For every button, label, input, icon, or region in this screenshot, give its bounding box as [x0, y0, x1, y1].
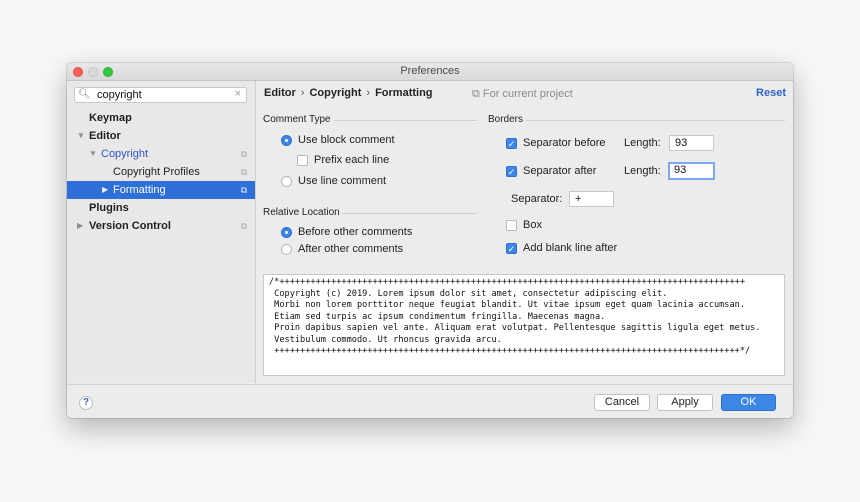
- length-before-label: Length:: [624, 137, 661, 149]
- project-scope-icon: ⧉: [240, 149, 247, 159]
- sidebar-item-label: Version Control: [89, 220, 171, 232]
- search-value: copyright: [97, 89, 142, 101]
- separator-before-checkbox[interactable]: ✓: [506, 138, 517, 149]
- cancel-button[interactable]: Cancel: [594, 394, 650, 411]
- help-button[interactable]: ?: [79, 396, 93, 410]
- box-checkbox[interactable]: [506, 220, 517, 231]
- relative-location-title: Relative Location: [263, 207, 340, 218]
- sidebar: 🔍︎ copyright × Keymap ▼ Editor ▼ Copyrig…: [67, 81, 256, 383]
- preferences-window: Preferences 🔍︎ copyright × Keymap ▼ Edit…: [67, 63, 793, 418]
- copyright-preview: /*++++++++++++++++++++++++++++++++++++++…: [263, 274, 785, 376]
- sidebar-item-plugins[interactable]: Plugins: [67, 199, 255, 217]
- use-line-comment-label[interactable]: Use line comment: [298, 175, 386, 187]
- project-scope-icon: ⧉: [472, 88, 483, 100]
- breadcrumb: Editor › Copyright › Formatting: [264, 87, 433, 99]
- apply-button[interactable]: Apply: [657, 394, 713, 411]
- length-after-label: Length:: [624, 165, 661, 177]
- separator-after-checkbox[interactable]: ✓: [506, 166, 517, 177]
- after-other-comments-label[interactable]: After other comments: [298, 243, 403, 255]
- sidebar-item-label: Keymap: [89, 112, 132, 124]
- breadcrumb-item[interactable]: Editor: [264, 87, 296, 99]
- title-bar: Preferences: [67, 63, 793, 81]
- borders-title: Borders: [488, 114, 524, 125]
- chevron-right-icon[interactable]: ▶: [77, 217, 83, 235]
- search-input[interactable]: 🔍︎ copyright ×: [74, 87, 247, 103]
- length-after-input[interactable]: 93: [668, 162, 715, 180]
- sidebar-item-copyright-profiles[interactable]: Copyright Profiles ⧉: [67, 163, 255, 181]
- divider: [526, 120, 785, 121]
- sidebar-item-label: Plugins: [89, 202, 129, 214]
- chevron-down-icon[interactable]: ▼: [77, 127, 85, 145]
- scope-indicator: ⧉ For current project: [472, 88, 573, 101]
- after-other-comments-radio[interactable]: [281, 244, 292, 255]
- prefix-each-line-checkbox[interactable]: [297, 155, 308, 166]
- separator-label: Separator:: [511, 193, 563, 205]
- before-other-comments-radio[interactable]: [281, 227, 292, 238]
- sidebar-item-formatting[interactable]: ▶ Formatting ⧉: [67, 181, 255, 199]
- project-scope-icon: ⧉: [240, 185, 247, 195]
- sidebar-item-editor[interactable]: ▼ Editor: [67, 127, 255, 145]
- chevron-down-icon[interactable]: ▼: [89, 145, 97, 163]
- separator-input[interactable]: +: [569, 191, 614, 207]
- use-block-comment-radio[interactable]: [281, 135, 292, 146]
- sidebar-item-copyright[interactable]: ▼ Copyright ⧉: [67, 145, 255, 163]
- sidebar-item-label: Copyright: [101, 148, 149, 160]
- main-panel: Editor › Copyright › Formatting ⧉ For curren…: [256, 81, 793, 383]
- project-scope-icon: ⧉: [240, 167, 247, 177]
- ok-button[interactable]: OK: [721, 394, 776, 411]
- use-line-comment-radio[interactable]: [281, 176, 292, 187]
- length-before-input[interactable]: 93: [669, 135, 714, 151]
- sidebar-item-label: Editor: [89, 130, 121, 142]
- prefix-each-line-label[interactable]: Prefix each line: [314, 154, 389, 166]
- add-blank-line-after-label[interactable]: Add blank line after: [523, 242, 617, 254]
- window-title: Preferences: [400, 65, 460, 77]
- breadcrumb-item: Formatting: [375, 87, 433, 99]
- separator-before-label[interactable]: Separator before: [523, 137, 606, 149]
- scope-label: For current project: [482, 88, 573, 100]
- before-other-comments-label[interactable]: Before other comments: [298, 226, 412, 238]
- breadcrumb-separator: ›: [300, 87, 305, 99]
- search-icon: 🔍︎: [78, 89, 91, 100]
- sidebar-item-keymap[interactable]: Keymap: [67, 109, 255, 127]
- sidebar-item-version-control[interactable]: ▶ Version Control ⧉: [67, 217, 255, 235]
- comment-type-title: Comment Type: [263, 114, 331, 125]
- separator-after-label[interactable]: Separator after: [523, 165, 596, 177]
- reset-link[interactable]: Reset: [756, 87, 786, 99]
- sidebar-item-label: Formatting: [113, 184, 166, 196]
- project-scope-icon: ⧉: [240, 221, 247, 231]
- breadcrumb-separator: ›: [366, 87, 371, 99]
- divider: [342, 213, 477, 214]
- use-block-comment-label[interactable]: Use block comment: [298, 134, 395, 146]
- sidebar-item-label: Copyright Profiles: [113, 166, 200, 178]
- box-label[interactable]: Box: [523, 219, 542, 231]
- chevron-right-icon[interactable]: ▶: [102, 181, 108, 199]
- breadcrumb-item[interactable]: Copyright: [309, 87, 361, 99]
- clear-icon[interactable]: ×: [235, 88, 241, 100]
- divider: [334, 120, 477, 121]
- dialog-footer: ? Cancel Apply OK: [67, 384, 793, 418]
- add-blank-line-after-checkbox[interactable]: ✓: [506, 243, 517, 254]
